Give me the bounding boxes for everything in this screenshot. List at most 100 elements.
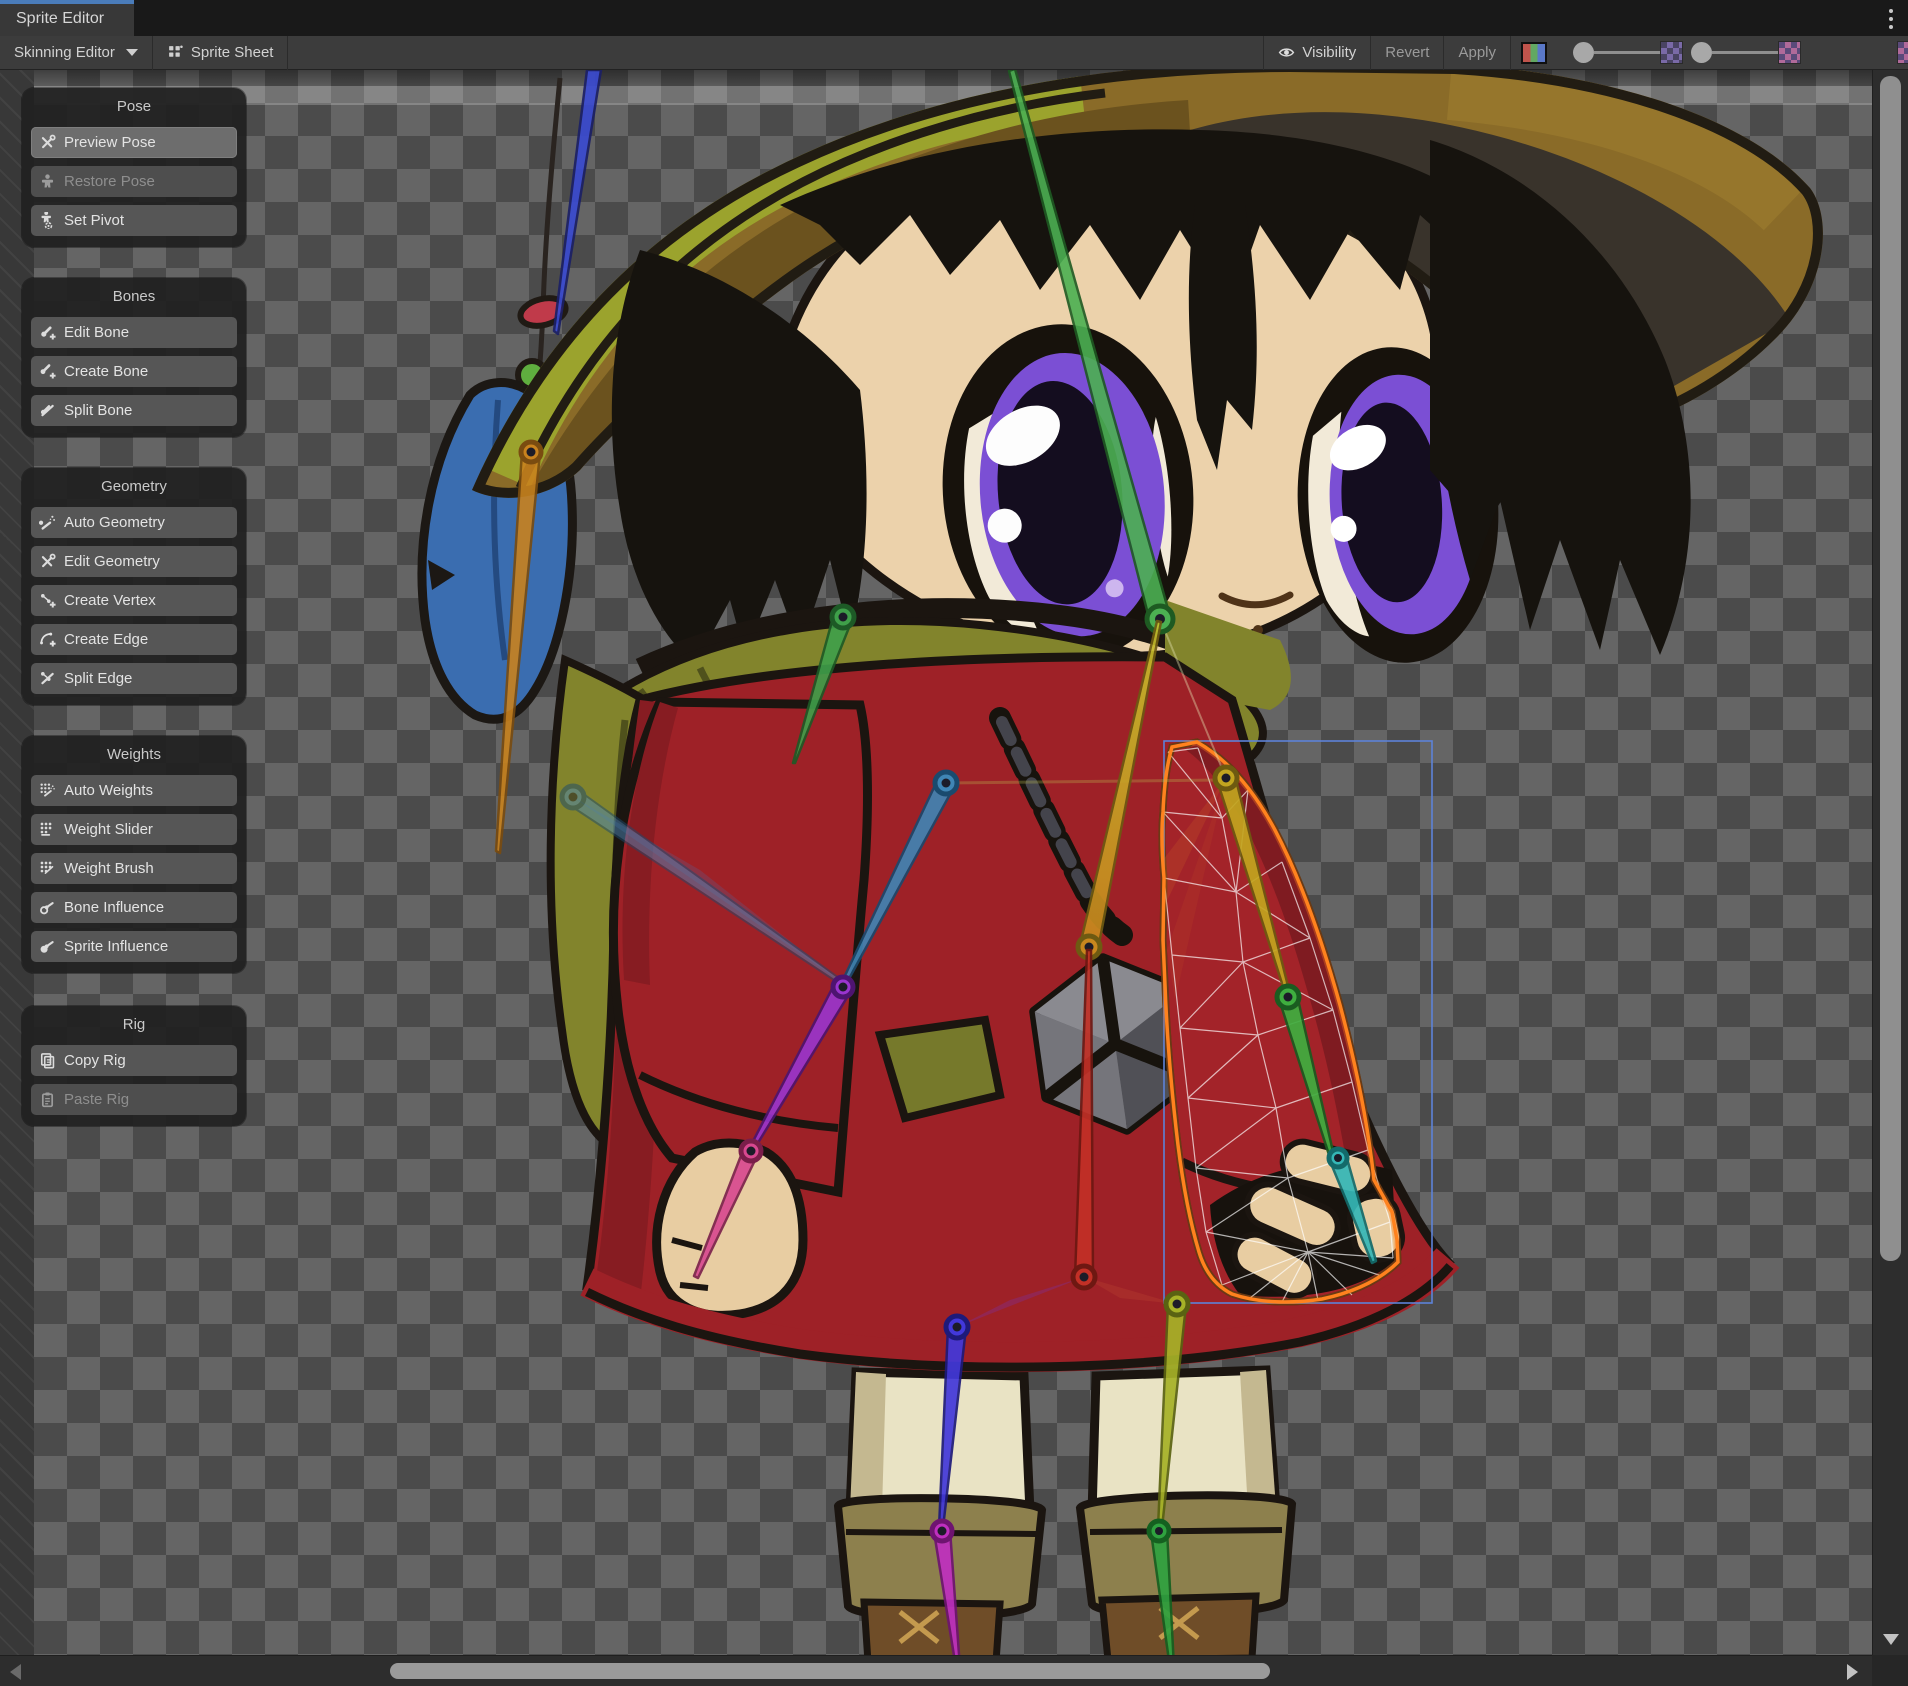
button-label: Set Pivot xyxy=(64,212,124,229)
set-pivot-icon xyxy=(39,212,56,229)
sprite-influence-button[interactable]: Sprite Influence xyxy=(31,931,237,962)
edit-geometry-button[interactable]: Edit Geometry xyxy=(31,546,237,577)
create-bone-button[interactable]: Create Bone xyxy=(31,356,237,387)
edit-bone-button[interactable]: Edit Bone xyxy=(31,317,237,348)
button-label: Split Bone xyxy=(64,402,132,419)
bone-opacity-slider[interactable] xyxy=(1573,41,1683,64)
apply-button[interactable]: Apply xyxy=(1444,36,1510,70)
group-title-geometry: Geometry xyxy=(31,478,237,495)
scarf-front-tail xyxy=(880,1020,1000,1118)
scrollbar-corner xyxy=(1872,1655,1908,1686)
button-label: Preview Pose xyxy=(64,134,156,151)
button-label: Bone Influence xyxy=(64,899,164,916)
preview-pose-button[interactable]: Preview Pose xyxy=(31,127,237,158)
group-title-bones: Bones xyxy=(31,288,237,305)
auto-geometry-icon xyxy=(39,514,56,531)
button-label: Weight Slider xyxy=(64,821,153,838)
scroll-right-arrow-icon[interactable] xyxy=(1847,1664,1858,1680)
geometry-group: Geometry Auto Geometry Edit Geometry Cre… xyxy=(22,468,246,705)
auto-weights-icon xyxy=(39,782,56,799)
rig-group: Rig Copy Rig Paste Rig xyxy=(22,1006,246,1126)
edit-bone-icon xyxy=(39,324,56,341)
bones-group: Bones Edit Bone Create Bone Split Bone xyxy=(22,278,246,437)
group-title-weights: Weights xyxy=(31,746,237,763)
mesh-opacity-knob[interactable] xyxy=(1691,42,1712,63)
mesh-opacity-preview xyxy=(1778,41,1801,64)
chevron-down-icon xyxy=(126,49,138,56)
copy-rig-icon xyxy=(39,1052,56,1069)
edge-swatch-partial xyxy=(1897,41,1908,64)
mesh-opacity-slider[interactable] xyxy=(1691,41,1801,64)
button-label: Auto Weights xyxy=(64,782,153,799)
weight-brush-icon xyxy=(39,860,56,877)
toolbar-separator xyxy=(287,36,288,70)
split-edge-icon xyxy=(39,670,56,687)
sprite-editor-window: Sprite Editor Skinning Editor Sprite She… xyxy=(0,0,1908,1686)
weight-brush-button[interactable]: Weight Brush xyxy=(31,853,237,884)
sprite-influence-icon xyxy=(39,938,56,955)
tab-sprite-editor[interactable]: Sprite Editor xyxy=(0,0,134,36)
skinning-canvas[interactable]: Pose Preview Pose Restore Pose Set Pivot… xyxy=(0,70,1908,1686)
skinning-editor-label: Skinning Editor xyxy=(14,44,115,61)
restore-pose-icon xyxy=(39,173,56,190)
button-label: Copy Rig xyxy=(64,1052,126,1069)
edit-geometry-icon xyxy=(39,553,56,570)
split-bone-icon xyxy=(39,402,56,419)
set-pivot-button[interactable]: Set Pivot xyxy=(31,205,237,236)
hat-string-bone[interactable] xyxy=(554,70,601,334)
left-sleeve xyxy=(613,702,867,1192)
group-title-rig: Rig xyxy=(31,1016,237,1033)
toolbar: Skinning Editor Sprite Sheet Visibility … xyxy=(0,36,1908,70)
create-edge-button[interactable]: Create Edge xyxy=(31,624,237,655)
bone-influence-button[interactable]: Bone Influence xyxy=(31,892,237,923)
paste-rig-button[interactable]: Paste Rig xyxy=(31,1084,237,1115)
sprite-colors-toggle[interactable] xyxy=(1521,42,1547,64)
weight-slider-button[interactable]: Weight Slider xyxy=(31,814,237,845)
auto-weights-button[interactable]: Auto Weights xyxy=(31,775,237,806)
sprite-sheet-button[interactable]: Sprite Sheet xyxy=(153,36,288,70)
pose-group: Pose Preview Pose Restore Pose Set Pivot xyxy=(22,88,246,247)
sprite-sheet-grid-icon xyxy=(167,44,184,61)
auto-geometry-button[interactable]: Auto Geometry xyxy=(31,507,237,538)
scroll-down-arrow-icon[interactable] xyxy=(1883,1634,1899,1645)
create-bone-icon xyxy=(39,363,56,380)
toolbar-separator xyxy=(1510,36,1511,70)
button-label: Auto Geometry xyxy=(64,514,165,531)
button-label: Sprite Influence xyxy=(64,938,168,955)
button-label: Split Edge xyxy=(64,670,132,687)
split-bone-button[interactable]: Split Bone xyxy=(31,395,237,426)
button-label: Create Bone xyxy=(64,363,148,380)
revert-label: Revert xyxy=(1385,44,1429,61)
button-label: Edit Geometry xyxy=(64,553,160,570)
sprite-sheet-label: Sprite Sheet xyxy=(191,44,274,61)
mesh-opacity-track[interactable] xyxy=(1712,51,1778,54)
bone-opacity-track[interactable] xyxy=(1594,51,1660,54)
paste-rig-icon xyxy=(39,1091,56,1108)
group-title-pose: Pose xyxy=(31,98,237,115)
vertical-scrollbar-thumb[interactable] xyxy=(1880,76,1901,1261)
split-edge-button[interactable]: Split Edge xyxy=(31,663,237,694)
button-label: Paste Rig xyxy=(64,1091,129,1108)
bone-influence-icon xyxy=(39,899,56,916)
bone-opacity-preview xyxy=(1660,41,1683,64)
scroll-left-arrow-icon[interactable] xyxy=(10,1664,21,1680)
copy-rig-button[interactable]: Copy Rig xyxy=(31,1045,237,1076)
left-fist xyxy=(657,1143,803,1315)
character-sprite-art xyxy=(0,70,1908,1655)
vertical-scrollbar[interactable] xyxy=(1872,70,1908,1655)
skinning-editor-dropdown[interactable]: Skinning Editor xyxy=(0,36,152,70)
horizontal-scrollbar-thumb[interactable] xyxy=(390,1663,1270,1679)
weights-group: Weights Auto Weights Weight Slider Weigh… xyxy=(22,736,246,973)
horizontal-scrollbar[interactable] xyxy=(0,1655,1872,1686)
visibility-label: Visibility xyxy=(1302,44,1356,61)
button-label: Create Vertex xyxy=(64,592,156,609)
bone-opacity-knob[interactable] xyxy=(1573,42,1594,63)
create-vertex-icon xyxy=(39,592,56,609)
create-vertex-button[interactable]: Create Vertex xyxy=(31,585,237,616)
visibility-button[interactable]: Visibility xyxy=(1264,36,1370,70)
button-label: Edit Bone xyxy=(64,324,129,341)
kebab-menu-icon[interactable] xyxy=(1882,6,1900,32)
button-label: Create Edge xyxy=(64,631,148,648)
restore-pose-button[interactable]: Restore Pose xyxy=(31,166,237,197)
revert-button[interactable]: Revert xyxy=(1371,36,1443,70)
